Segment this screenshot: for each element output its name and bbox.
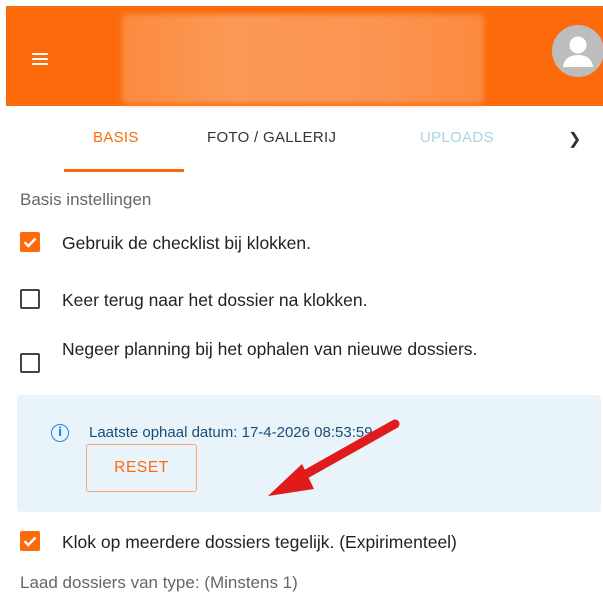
active-tab-indicator <box>64 169 184 172</box>
tab-uploads[interactable]: UPLOADS <box>420 129 494 146</box>
setting-klok-meerdere-dossiers[interactable]: Klok op meerdere dossiers tegelijk. (Exp… <box>20 528 457 557</box>
reset-button[interactable]: RESET <box>86 444 197 492</box>
checkbox-checked[interactable] <box>20 232 40 252</box>
account-avatar-icon[interactable] <box>552 25 603 77</box>
app-bar <box>6 6 603 106</box>
setting-terug-naar-dossier[interactable]: Keer terug naar het dossier na klokken. <box>20 286 367 315</box>
hamburger-menu-icon[interactable] <box>32 53 48 66</box>
dossier-type-heading: Laad dossiers van type: (Minstens 1) <box>20 573 298 592</box>
setting-label: Negeer planning bij het ophalen van nieu… <box>62 339 478 359</box>
tab-foto-gallerij[interactable]: FOTO / GALLERIJ <box>207 129 336 146</box>
checkbox-unchecked[interactable] <box>20 353 40 373</box>
setting-negeer-planning[interactable]: Negeer planning bij het ophalen van nieu… <box>20 335 560 373</box>
setting-checklist-bij-klokken[interactable]: Gebruik de checklist bij klokken. <box>20 229 311 258</box>
setting-label: Gebruik de checklist bij klokken. <box>62 233 311 253</box>
setting-label: Keer terug naar het dossier na klokken. <box>62 290 368 310</box>
annotation-arrow-icon <box>268 419 400 496</box>
checkbox-checked[interactable] <box>20 531 40 551</box>
chevron-right-icon[interactable]: ❯ <box>568 129 581 149</box>
section-heading: Basis instellingen <box>20 190 152 209</box>
checkbox-unchecked[interactable] <box>20 289 40 309</box>
setting-label: Klok op meerdere dossiers tegelijk. (Exp… <box>62 532 457 552</box>
blurred-app-title <box>122 14 484 104</box>
info-icon: i <box>51 424 69 442</box>
tab-basis[interactable]: BASIS <box>93 129 139 146</box>
tab-bar: BASIS FOTO / GALLERIJ UPLOADS ❯ <box>0 112 603 172</box>
